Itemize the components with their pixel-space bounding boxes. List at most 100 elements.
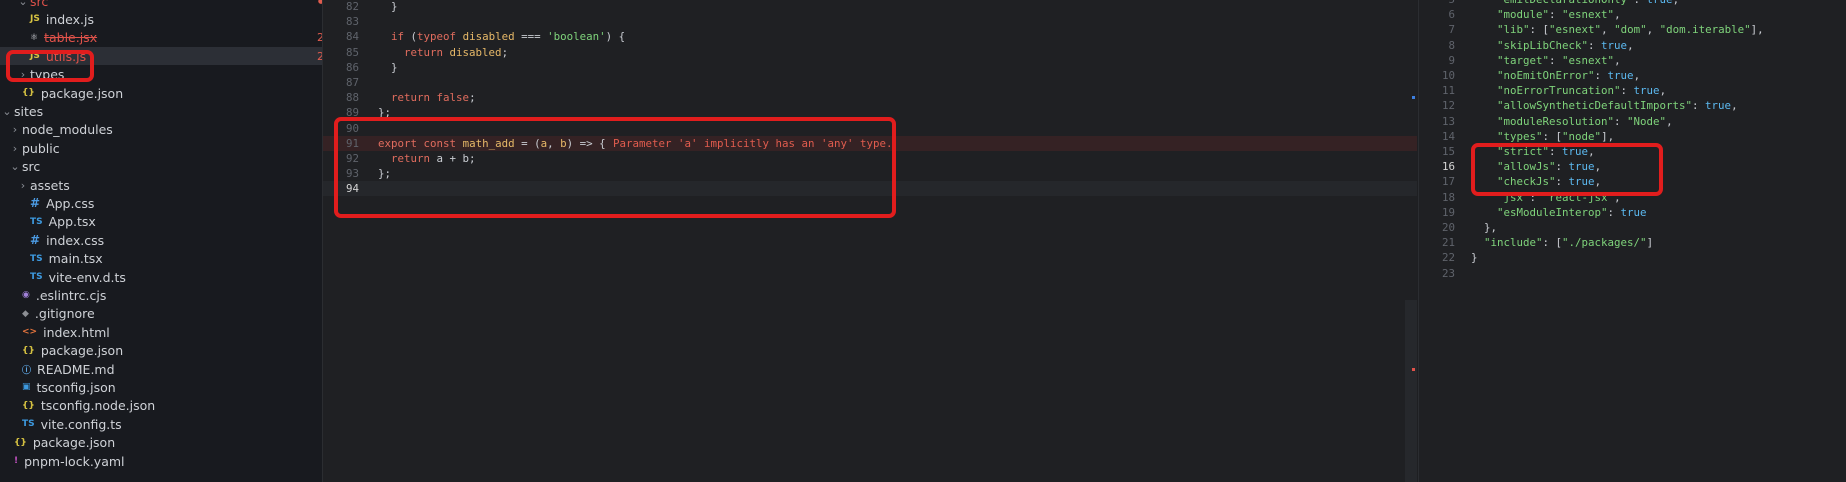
code-line[interactable]: 12 "allowSyntheticDefaultImports": true, [1419, 98, 1846, 113]
sidebar-item-tsconfig-json[interactable]: ▣ tsconfig.json [0, 378, 322, 396]
sidebar-item-label: index.js [45, 11, 95, 27]
sidebar-item-index-js[interactable]: JS index.js [0, 10, 322, 28]
line-number: 85 [345, 45, 359, 59]
code-text: } [378, 0, 398, 13]
sidebar-item-sites[interactable]: ⌄ sites [0, 102, 322, 120]
line-number: 20 [1441, 221, 1455, 234]
sidebar-item-main-tsx[interactable]: TS main.tsx [0, 250, 322, 268]
code-line[interactable]: 9 "target": "esnext", [1419, 53, 1846, 68]
jsx-file-icon: ⚛ [30, 32, 39, 43]
sidebar-item-label: node_modules [22, 122, 113, 138]
ts-file-icon: TS [30, 216, 43, 227]
line-number: 6 [1448, 8, 1455, 22]
sidebar-item-app-tsx[interactable]: TS App.tsx [0, 213, 322, 231]
sidebar-item-package-json[interactable]: {} package.json [0, 342, 322, 360]
sidebar-item--gitignore[interactable]: ◆ .gitignore [0, 305, 322, 323]
code-line[interactable]: 5 "emitDeclarationOnly": true, [1419, 0, 1846, 7]
sidebar-item-label: .eslintrc.cjs [35, 287, 107, 303]
code-line[interactable]: 6 "module": "esnext", [1419, 7, 1846, 22]
sidebar-item-label: table.jsx [44, 30, 98, 46]
code-line[interactable]: 11 "noErrorTruncation": true, [1419, 83, 1846, 98]
info-file-icon: ⓘ [22, 365, 32, 376]
line-number: 87 [345, 76, 359, 89]
code-line[interactable]: 7 "lib": ["esnext", "dom", "dom.iterable… [1419, 22, 1846, 37]
code-text: "moduleResolution": "Node", [1497, 114, 1673, 128]
sidebar-item-label: package.json [40, 85, 124, 101]
chevron-down-icon[interactable]: ⌄ [0, 105, 14, 118]
sidebar-item-label: vite-env.d.ts [48, 269, 126, 285]
code-line[interactable]: 84 if (typeof disabled === 'boolean') { [323, 29, 1417, 44]
ts-file-icon: TS [30, 253, 43, 264]
code-line[interactable]: 23 [1419, 266, 1846, 281]
code-text: "emitDeclarationOnly": true, [1471, 0, 1679, 7]
code-line[interactable]: 10 "noEmitOnError": true, [1419, 68, 1846, 83]
code-line[interactable]: 82 } [323, 0, 1417, 14]
sidebar-item-label: src [22, 159, 41, 175]
code-line[interactable]: 19 "esModuleInterop": true [1419, 205, 1846, 220]
sidebar-item-index-css[interactable]: # index.css [0, 231, 322, 249]
json-file-icon: {} [22, 88, 35, 98]
code-line[interactable]: 86 } [323, 60, 1417, 75]
line-number: 23 [1441, 266, 1455, 280]
code-text: "allowSyntheticDefaultImports": true, [1497, 99, 1738, 113]
chevron-down-icon[interactable]: ⌄ [8, 160, 22, 173]
sidebar-item-readme-md[interactable]: ⓘ README.md [0, 360, 322, 378]
sidebar-item-label: public [22, 140, 60, 156]
sidebar-item-package-json[interactable]: {} package.json [0, 84, 322, 102]
json-file-icon: {} [14, 437, 27, 448]
code-line[interactable]: 14 "types": ["node"], [1419, 129, 1846, 144]
sidebar-item-src[interactable]: ⌄src● [0, 0, 322, 10]
sidebar-item-label: assets [30, 177, 70, 193]
sidebar-item-vite-config-ts[interactable]: TS vite.config.ts [0, 415, 322, 433]
code-text: return false; [391, 91, 476, 105]
sidebar-item-label: App.css [46, 195, 95, 211]
chevron-right-icon[interactable]: › [8, 142, 22, 155]
line-number: 83 [345, 15, 359, 29]
sidebar-item-label: .gitignore [34, 306, 95, 322]
line-number: 7 [1448, 23, 1455, 37]
line-number: 15 [1441, 145, 1455, 158]
git-file-icon: ◆ [22, 308, 29, 319]
editor-scrollbar[interactable] [1405, 300, 1417, 482]
sidebar-item-pnpm-lock-yaml[interactable]: ! pnpm-lock.yaml [0, 452, 322, 470]
highlight-allowjs-checkjs [1471, 143, 1663, 196]
chevron-right-icon[interactable]: › [8, 123, 22, 136]
code-line[interactable]: 21 "include": ["./packages/"] [1419, 235, 1846, 250]
sidebar-item--eslintrc-cjs[interactable]: ◉ .eslintrc.cjs [0, 286, 322, 304]
code-text: "esModuleInterop": true [1497, 205, 1647, 219]
sidebar-item-tsconfig-node-json[interactable]: {} tsconfig.node.json [0, 397, 322, 415]
code-line[interactable]: 22} [1419, 250, 1846, 265]
line-number: 21 [1441, 236, 1455, 250]
code-editor-utils-js[interactable]: 82 } 83 84 if (typeof disabled === 'boolea… [323, 0, 1417, 482]
code-line[interactable]: 83 [323, 14, 1417, 29]
code-line[interactable]: 13 "moduleResolution": "Node", [1419, 114, 1846, 129]
code-line[interactable]: 85 return disabled; [323, 45, 1417, 60]
code-text: "target": "esnext", [1497, 53, 1621, 67]
ts-file-icon: TS [22, 419, 35, 430]
chevron-right-icon[interactable]: › [16, 179, 30, 192]
sidebar-item-src[interactable]: ⌄ src [0, 158, 322, 176]
tscfg-file-icon: ▣ [22, 382, 31, 393]
chevron-down-icon[interactable]: ⌄ [16, 0, 30, 8]
sidebar-item-app-css[interactable]: # App.css [0, 194, 322, 212]
code-editor-tsconfig-json[interactable]: 5 "emitDeclarationOnly": true,6 "module"… [1418, 0, 1846, 482]
sidebar-item-table-jsx[interactable]: ⚛table.jsx2 [0, 29, 322, 47]
code-line[interactable]: 20 }, [1419, 220, 1846, 235]
code-line[interactable]: 8 "skipLibCheck": true, [1419, 38, 1846, 53]
code-text: "lib": ["esnext", "dom", "dom.iterable"]… [1497, 23, 1764, 37]
sidebar-item-label: main.tsx [48, 251, 103, 267]
html-file-icon: <> [22, 327, 38, 338]
line-number: 86 [345, 60, 359, 74]
sidebar-item-label: index.html [43, 324, 110, 340]
code-line[interactable]: 87 [323, 75, 1417, 90]
sidebar-item-vite-env-d-ts[interactable]: TS vite-env.d.ts [0, 268, 322, 286]
code-line[interactable]: 88 return false; [323, 90, 1417, 105]
sidebar-item-node-modules[interactable]: › node_modules [0, 121, 322, 139]
sidebar-item-label: tsconfig.json [36, 379, 116, 395]
sidebar-item-assets[interactable]: › assets [0, 176, 322, 194]
line-number: 18 [1441, 190, 1455, 204]
sidebar-item-public[interactable]: › public [0, 139, 322, 157]
sidebar-item-package-json[interactable]: {} package.json [0, 434, 322, 452]
sidebar-item-index-html[interactable]: <> index.html [0, 323, 322, 341]
line-number: 88 [345, 91, 359, 105]
